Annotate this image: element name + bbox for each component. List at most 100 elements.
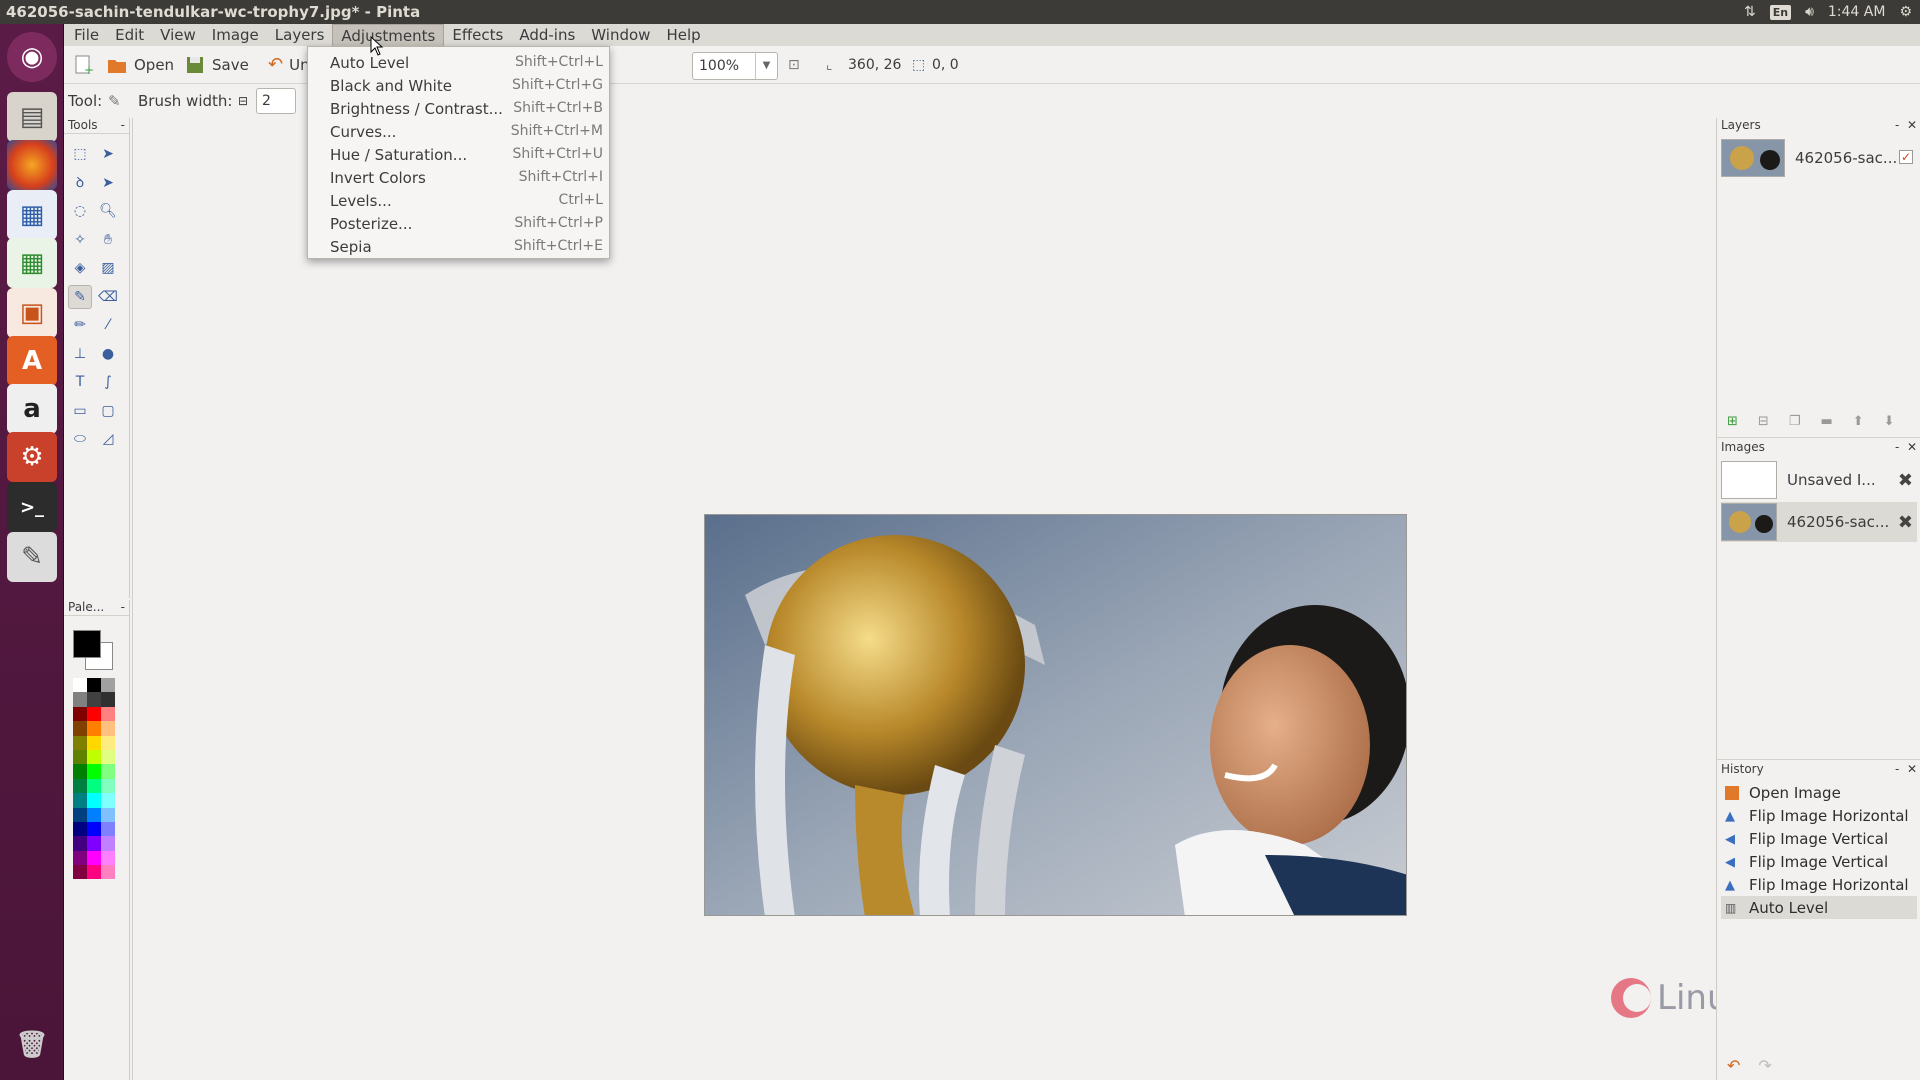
freeform-shape-tool-icon[interactable]: ◿ — [96, 427, 120, 451]
volume-icon[interactable]: 🔊︎ — [1805, 4, 1814, 20]
panel-controls[interactable]: - ✕ — [1895, 440, 1917, 454]
add-layer-icon[interactable]: ⊞ — [1727, 414, 1738, 429]
swatch[interactable] — [101, 865, 115, 880]
menu-item-sepia[interactable]: Sepia Shift+Ctrl+E — [308, 235, 611, 258]
primary-color[interactable] — [73, 630, 101, 658]
move-selection-tool-icon[interactable]: ➤ — [96, 171, 120, 195]
dash-home-icon[interactable]: ◉ — [7, 32, 57, 82]
swatch[interactable] — [87, 692, 101, 707]
menu-add-ins[interactable]: Add-ins — [511, 24, 583, 46]
rounded-rectangle-tool-icon[interactable]: ▢ — [96, 399, 120, 423]
menu-effects[interactable]: Effects — [444, 24, 511, 46]
swatch[interactable] — [73, 865, 87, 880]
menu-item-hue-saturation[interactable]: Hue / Saturation... Shift+Ctrl+U — [308, 143, 611, 166]
swatch[interactable] — [73, 850, 87, 866]
swatch[interactable] — [73, 749, 87, 765]
pencil-tool-icon[interactable]: ✏︎ — [68, 313, 92, 337]
menu-item-invert-colors[interactable]: Invert Colors Shift+Ctrl+I — [308, 166, 611, 189]
menu-item-levels[interactable]: Levels... Ctrl+L — [308, 189, 611, 212]
menu-file[interactable]: File — [66, 24, 107, 46]
image-canvas[interactable] — [704, 514, 1407, 916]
move-layer-up-icon[interactable]: ⬆ — [1853, 414, 1864, 429]
save-button[interactable]: Save — [184, 54, 249, 76]
writer-icon[interactable]: ▦ — [7, 190, 57, 240]
minimize-icon[interactable]: - — [121, 600, 125, 614]
system-settings-icon[interactable]: ⚙ — [7, 432, 57, 482]
layer-visible-checkbox[interactable]: ✓ — [1899, 150, 1913, 164]
swatch[interactable] — [101, 749, 115, 765]
layer-row[interactable]: 462056-sac... ✓ — [1721, 138, 1917, 178]
eraser-tool-icon[interactable]: ⌫ — [96, 285, 120, 309]
swatch[interactable] — [87, 721, 101, 736]
swatch[interactable] — [73, 692, 87, 707]
impress-icon[interactable]: ▣ — [7, 288, 57, 338]
swatch[interactable] — [73, 793, 87, 808]
swatch[interactable] — [73, 721, 87, 736]
history-item-selected[interactable]: ▥ Auto Level — [1721, 896, 1917, 919]
chevron-down-icon[interactable]: ▼ — [755, 53, 777, 79]
menu-item-posterize[interactable]: Posterize... Shift+Ctrl+P — [308, 212, 611, 235]
swatch[interactable] — [101, 821, 115, 837]
line-curve-tool-icon[interactable]: ∫ — [96, 370, 120, 394]
pan-tool-icon[interactable]: ✋︎ — [96, 228, 120, 252]
swatch[interactable] — [87, 706, 101, 722]
amazon-icon[interactable]: a — [7, 384, 57, 434]
swatch[interactable] — [101, 807, 115, 822]
swatch[interactable] — [73, 836, 87, 851]
keyboard-layout[interactable]: En — [1769, 4, 1792, 20]
swatch[interactable] — [87, 678, 101, 693]
canvas-area[interactable]: LinuxHelp — [132, 118, 1826, 1080]
menu-help[interactable]: Help — [658, 24, 708, 46]
swatch[interactable] — [101, 721, 115, 736]
move-layer-down-icon[interactable]: ⬇ — [1884, 414, 1895, 429]
rectangle-tool-icon[interactable]: ▭ — [68, 399, 92, 423]
swatch[interactable] — [101, 764, 115, 779]
menu-edit[interactable]: Edit — [107, 24, 152, 46]
paintbrush-tool-icon[interactable]: ✎ — [68, 284, 92, 309]
swatch[interactable] — [101, 735, 115, 750]
clone-stamp-tool-icon[interactable]: ⊥ — [68, 342, 92, 366]
panel-controls[interactable]: - ✕ — [1895, 762, 1917, 776]
software-center-icon[interactable]: A — [7, 336, 57, 386]
swatch[interactable] — [101, 692, 115, 707]
color-picker-tool-icon[interactable]: ⁄ — [96, 313, 120, 337]
recolor-tool-icon[interactable]: ● — [96, 342, 120, 366]
zoom-combobox[interactable]: 100% ▼ — [692, 52, 778, 80]
undo-icon[interactable]: ↶ — [1727, 1056, 1740, 1075]
swatch[interactable] — [73, 678, 87, 693]
menu-view[interactable]: View — [152, 24, 204, 46]
new-image-button[interactable]: + — [72, 54, 94, 76]
menu-layers[interactable]: Layers — [267, 24, 333, 46]
trash-icon[interactable]: 🗑︎ — [7, 1020, 57, 1070]
swatch[interactable] — [73, 706, 87, 722]
menu-item-black-and-white[interactable]: Black and White Shift+Ctrl+G — [308, 74, 611, 97]
firefox-icon[interactable] — [7, 140, 57, 190]
merge-layer-icon[interactable]: ▬ — [1820, 414, 1832, 429]
panel-controls[interactable]: - ✕ — [1895, 118, 1917, 132]
zoom-tool-icon[interactable]: 🔍︎ — [96, 199, 120, 223]
ellipse-select-tool-icon[interactable]: ◌ — [68, 199, 92, 223]
menu-item-auto-level[interactable]: Auto Level Shift+Ctrl+L — [308, 51, 611, 74]
image-row[interactable]: Unsaved I... ✖ — [1721, 460, 1917, 500]
clock[interactable]: 1:44 AM — [1828, 4, 1886, 20]
swatch[interactable] — [87, 865, 101, 880]
ellipse-tool-icon[interactable]: ⬭ — [68, 427, 92, 451]
move-selected-tool-icon[interactable]: ➤ — [96, 142, 120, 166]
menu-window[interactable]: Window — [583, 24, 658, 46]
files-icon[interactable]: ▤ — [7, 92, 57, 142]
swatch[interactable] — [101, 793, 115, 808]
settings-gear-icon[interactable]: ⚙ — [1899, 4, 1912, 20]
swatch[interactable] — [87, 764, 101, 779]
swatch[interactable] — [87, 807, 101, 822]
swatch[interactable] — [101, 850, 115, 866]
history-item[interactable]: ▲ Flip Image Horizontal — [1721, 804, 1917, 827]
menu-item-curves[interactable]: Curves... Shift+Ctrl+M — [308, 120, 611, 143]
history-item[interactable]: Open Image — [1721, 781, 1917, 804]
brush-width-input[interactable]: 2 — [256, 88, 296, 114]
text-tool-icon[interactable]: T — [68, 370, 92, 394]
duplicate-layer-icon[interactable]: ❐ — [1789, 414, 1801, 429]
swatch[interactable] — [87, 836, 101, 851]
rectangle-select-tool-icon[interactable]: ⬚ — [68, 142, 92, 166]
swatch[interactable] — [87, 735, 101, 750]
close-image-icon[interactable]: ✖ — [1898, 470, 1913, 491]
